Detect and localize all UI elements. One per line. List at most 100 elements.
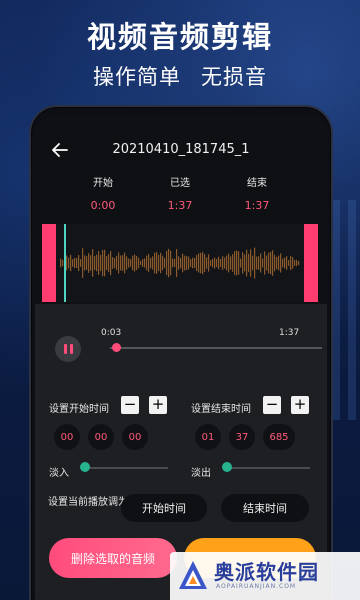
start-time-minus-button[interactable]: − xyxy=(121,396,139,414)
waveform-bar xyxy=(146,255,148,271)
selected-value: 1:37 xyxy=(167,199,193,212)
seek-bar[interactable] xyxy=(110,347,322,349)
waveform-bar xyxy=(88,253,90,273)
waveform-bar xyxy=(172,258,174,268)
waveform-bar xyxy=(124,252,126,274)
promo-subtitle-left: 操作简单 xyxy=(93,65,181,89)
waveform-bar xyxy=(70,254,72,272)
selected-label: 已选 xyxy=(170,178,190,189)
start-time-plus-button[interactable]: + xyxy=(149,396,167,414)
waveform-bar xyxy=(170,250,172,276)
waveform-bar xyxy=(176,248,178,278)
start-time-label: 设置开始时间 xyxy=(49,404,109,415)
end-milliseconds-field[interactable]: 685 xyxy=(263,424,295,450)
waveform-bar xyxy=(166,250,168,276)
waveform-bar xyxy=(72,259,74,267)
selected-duration-display: 已选 1:37 xyxy=(145,174,215,212)
start-trim-handle[interactable] xyxy=(42,224,56,302)
waveform-bar xyxy=(60,258,62,268)
waveform-bar xyxy=(206,257,208,269)
watermark: 奥派软件园 AOPAIRUANJIAN.COM xyxy=(170,552,360,600)
current-time: 0:03 xyxy=(101,328,122,338)
waveform-bar xyxy=(298,261,300,265)
waveform-bar xyxy=(270,251,272,275)
waveform-bar xyxy=(252,255,254,271)
waveform-bar xyxy=(224,257,226,269)
waveform-bar xyxy=(292,257,294,269)
waveform-bar xyxy=(180,257,182,269)
editor-header: 20210410_181745_1 开始 0:00 已选 1:37 结束 1:3… xyxy=(35,116,327,304)
pause-button[interactable] xyxy=(55,336,81,362)
waveform-bar xyxy=(104,249,106,277)
waveform-bar xyxy=(106,256,108,270)
waveform-bar xyxy=(228,253,230,273)
waveform-bar xyxy=(290,255,292,271)
end-time-display: 结束 1:37 xyxy=(222,174,292,212)
waveform-bar xyxy=(66,255,68,271)
waveform-bar xyxy=(274,254,276,272)
promo-subtitle-right: 无损音 xyxy=(201,65,267,89)
playhead[interactable] xyxy=(64,224,66,302)
waveform-bar xyxy=(90,255,92,271)
end-value: 1:37 xyxy=(244,199,270,212)
waveform-bar xyxy=(192,257,194,269)
pause-icon xyxy=(62,344,74,354)
fade-in-slider[interactable] xyxy=(82,467,168,469)
waveform-bar xyxy=(240,258,242,268)
watermark-brand: 奥派软件园 xyxy=(214,560,319,584)
waveform-bar xyxy=(276,256,278,270)
waveform-bar xyxy=(204,253,206,273)
waveform-bar xyxy=(284,257,286,269)
end-label: 结束 xyxy=(247,178,267,189)
waveform-bar xyxy=(140,260,142,266)
waveform-bar xyxy=(260,253,262,273)
waveform-bar xyxy=(178,256,180,270)
end-trim-handle[interactable] xyxy=(304,224,318,302)
waveform-bar xyxy=(96,254,98,272)
set-to-end-time-button[interactable]: 结束时间 xyxy=(221,494,309,522)
waveform-panel[interactable] xyxy=(42,224,318,302)
waveform-bar xyxy=(174,258,176,268)
delete-selected-audio-button[interactable]: 删除选取的音频 xyxy=(49,538,177,578)
fade-out-thumb[interactable] xyxy=(222,462,232,472)
start-hours-field[interactable]: 00 xyxy=(54,424,80,450)
start-value: 0:00 xyxy=(90,199,116,212)
waveform-bar xyxy=(272,250,274,276)
end-minutes-field[interactable]: 37 xyxy=(229,424,255,450)
waveform-bar xyxy=(266,255,268,271)
waveform-bar xyxy=(152,256,154,270)
waveform-bar xyxy=(182,253,184,273)
waveform-bar xyxy=(214,257,216,269)
waveform-bar xyxy=(226,255,228,271)
waveform-bar xyxy=(200,252,202,274)
waveform-bar xyxy=(112,257,114,269)
waveform-bar xyxy=(74,257,76,269)
waveform-bar xyxy=(258,256,260,270)
waveform-bar xyxy=(280,253,282,273)
end-hours-field[interactable]: 01 xyxy=(195,424,221,450)
waveform-bar xyxy=(232,254,234,272)
app-screen: 20210410_181745_1 开始 0:00 已选 1:37 结束 1:3… xyxy=(35,116,327,600)
end-time-label: 设置结束时间 xyxy=(191,404,251,415)
waveform-bar xyxy=(202,251,204,275)
end-time-minus-button[interactable]: − xyxy=(263,396,281,414)
waveform-bar xyxy=(262,258,264,268)
fade-out-slider[interactable] xyxy=(224,467,310,469)
start-minutes-field[interactable]: 00 xyxy=(88,424,114,450)
waveform-bar xyxy=(238,251,240,275)
fade-in-thumb[interactable] xyxy=(80,462,90,472)
set-to-start-time-button[interactable]: 开始时间 xyxy=(121,494,207,522)
start-seconds-field[interactable]: 00 xyxy=(122,424,148,450)
waveform-bar xyxy=(194,257,196,269)
waveform-bar xyxy=(216,258,218,268)
waveform-bar xyxy=(184,255,186,271)
waveform-bar xyxy=(142,259,144,267)
end-time-plus-button[interactable]: + xyxy=(291,396,309,414)
waveform-bar xyxy=(158,254,160,272)
watermark-url: AOPAIRUANJIAN.COM xyxy=(216,583,297,590)
waveform-bar xyxy=(210,260,212,266)
waveform-bar xyxy=(218,256,220,270)
waveform-bar xyxy=(144,258,146,268)
waveform-bar xyxy=(288,260,290,266)
waveform-bar xyxy=(286,256,288,270)
